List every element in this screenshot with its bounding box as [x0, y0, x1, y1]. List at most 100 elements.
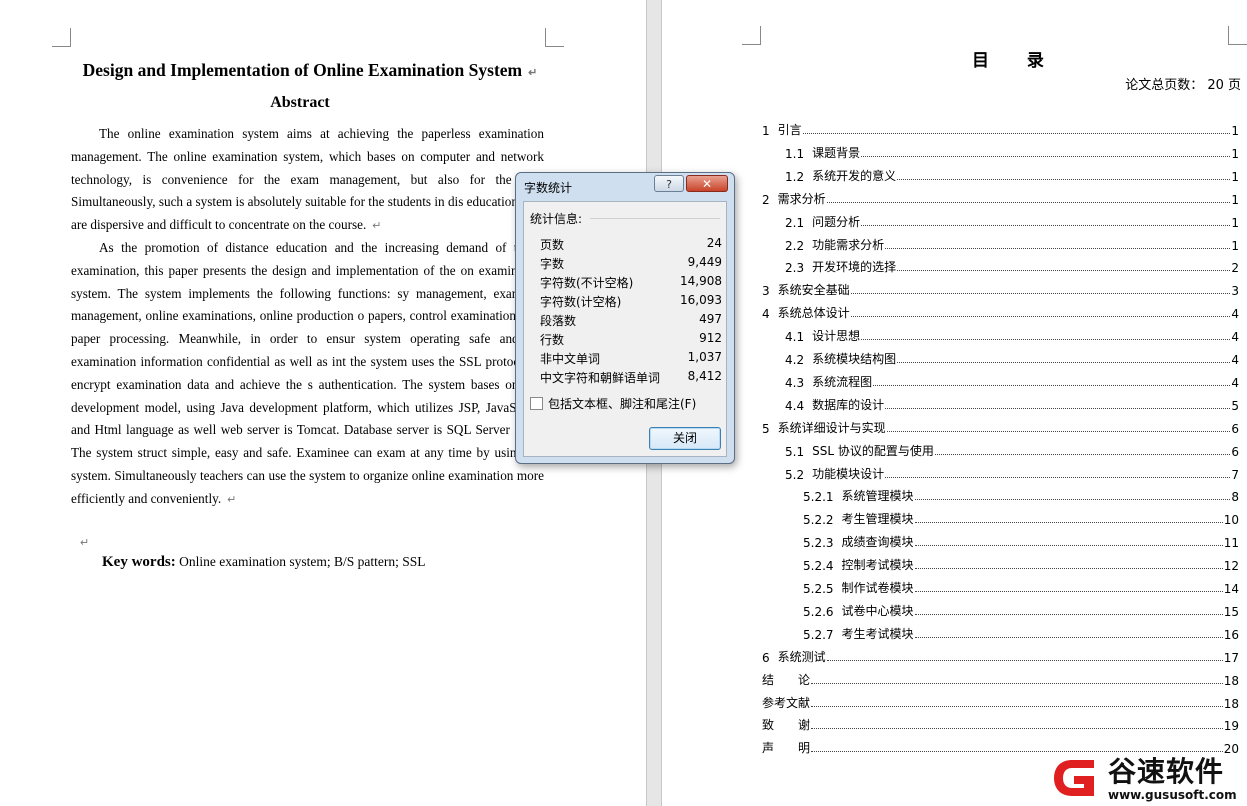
section-divider — [590, 218, 720, 219]
toc-entry-page: 6 — [1231, 422, 1239, 436]
toc-dot-leader — [850, 292, 1231, 294]
toc-entry-number: 2.1 — [785, 216, 805, 230]
toc-entry[interactable]: 4.4 数据库的设计 5 — [785, 393, 1239, 413]
statistic-label: 字数 — [540, 257, 565, 271]
toc-entry-page: 17 — [1223, 651, 1239, 665]
abstract-heading[interactable]: Abstract — [70, 94, 530, 112]
toc-entry-label: 引言 — [777, 123, 802, 137]
statistic-row: 段落数 497 — [540, 312, 722, 331]
toc-entry[interactable]: 2 需求分析 1 — [762, 187, 1239, 207]
abstract-paragraph-1[interactable]: The online examination system aims at ac… — [71, 123, 544, 238]
toc-entry[interactable]: 4.2 系统模块结构图 4 — [785, 347, 1239, 367]
toc-entry[interactable]: 2.2 功能需求分析 1 — [785, 233, 1239, 253]
toc-entry[interactable]: 参考文献 18 — [762, 691, 1239, 711]
include-textboxes-checkbox[interactable]: 包括文本框、脚注和尾注(F) — [530, 395, 696, 412]
statistics-section-label: 统计信息: — [530, 212, 583, 226]
toc-entry-label: 系统开发的意义 — [812, 169, 897, 183]
paragraph-mark: ↵ — [80, 537, 90, 549]
toc-entry-number: 5.2.2 — [803, 513, 834, 527]
statistic-value: 24 — [706, 236, 722, 250]
toc-entry-number: 2 — [762, 193, 770, 207]
toc-entry-number: 5.2.7 — [803, 628, 834, 642]
statistic-label: 页数 — [540, 238, 565, 252]
toc-entry[interactable]: 3 系统安全基础 3 — [762, 278, 1239, 298]
toc-entry[interactable]: 4 系统总体设计 4 — [762, 301, 1239, 321]
toc-entry-page: 15 — [1223, 605, 1239, 619]
document-page-right: 目 录 论文总页数： 20 页 1 引言 1 1.1 课题背景 1 1.2 系统开发的意义 1 2… — [662, 0, 1247, 806]
toc-entry[interactable]: 2.1 问题分析 1 — [785, 210, 1239, 230]
toc-entry-number: 5.2.5 — [803, 582, 834, 596]
statistic-label: 非中文单词 — [540, 352, 601, 366]
toc-dot-leader — [861, 155, 1231, 157]
toc-entry-page: 18 — [1223, 697, 1239, 711]
close-icon[interactable]: ✕ — [686, 175, 728, 192]
toc-entry-page: 18 — [1223, 674, 1239, 688]
toc-entry-label: 设计思想 — [812, 329, 861, 343]
toc-dot-leader — [885, 476, 1231, 478]
toc-dot-leader — [802, 132, 1231, 134]
toc-entry[interactable]: 1.2 系统开发的意义 1 — [785, 164, 1239, 184]
statistic-label: 中文字符和朝鲜语单词 — [540, 371, 661, 385]
toc-entry-page: 3 — [1231, 284, 1239, 298]
checkbox-box[interactable] — [530, 397, 543, 410]
toc-entry-label: 系统模块结构图 — [812, 352, 897, 366]
toc-entry-page: 14 — [1223, 582, 1239, 596]
toc-entry[interactable]: 5.2.2 考生管理模块 10 — [803, 507, 1239, 527]
statistic-value: 8,412 — [687, 369, 722, 383]
toc-dot-leader — [811, 682, 1223, 684]
toc-dot-leader — [914, 613, 1223, 615]
toc-entry[interactable]: 5.2.1 系统管理模块 8 — [803, 484, 1239, 504]
toc-entry-label: 系统流程图 — [812, 375, 873, 389]
help-button[interactable]: ? — [654, 175, 684, 192]
close-button[interactable]: 关闭 — [649, 427, 721, 450]
toc-entry[interactable]: 4.1 设计思想 4 — [785, 324, 1239, 344]
toc-dot-leader — [885, 407, 1231, 409]
toc-entry-number: 4.4 — [785, 399, 805, 413]
toc-entry-number: 4 — [762, 307, 770, 321]
toc-entry-page: 4 — [1231, 353, 1239, 367]
toc-entry-label: 考生考试模块 — [841, 627, 914, 641]
toc-entry[interactable]: 1.1 课题背景 1 — [785, 141, 1239, 161]
toc-entry[interactable]: 5.2.7 考生考试模块 16 — [803, 622, 1239, 642]
toc-entry[interactable]: 结 论 18 — [762, 668, 1239, 688]
toc-entry[interactable]: 5.2.3 成绩查询模块 11 — [803, 530, 1239, 550]
page-corner-mark — [52, 28, 71, 47]
word-count-dialog: 字数统计 ? ✕ 统计信息: 页数 24 字数 9,449 字符数(不计空格) 14,90… — [515, 172, 735, 464]
toc-dot-leader — [873, 384, 1231, 386]
site-watermark: 谷速软件 www.gususoft.com — [1050, 750, 1247, 806]
toc-entry[interactable]: 5.2.4 控制考试模块 12 — [803, 553, 1239, 573]
toc-entry-label: 系统总体设计 — [777, 306, 850, 320]
toc-entry[interactable]: 4.3 系统流程图 4 — [785, 370, 1239, 390]
toc-entry-page: 5 — [1231, 399, 1239, 413]
toc-entry-number: 4.2 — [785, 353, 805, 367]
statistic-label: 字符数(不计空格) — [540, 276, 634, 290]
toc-entry[interactable]: 2.3 开发环境的选择 2 — [785, 255, 1239, 275]
toc-entry[interactable]: 5.1 SSL 协议的配置与使用 6 — [785, 439, 1239, 459]
document-title[interactable]: Design and Implementation of Online Exam… — [70, 60, 550, 81]
toc-entry[interactable]: 6 系统测试 17 — [762, 645, 1239, 665]
total-pages-label[interactable]: 论文总页数： 20 页 — [1125, 74, 1241, 93]
toc-entry-label: 系统安全基础 — [777, 283, 850, 297]
toc-entry-label: 结 论 — [762, 673, 811, 687]
toc-entry-number: 5.2.3 — [803, 536, 834, 550]
toc-entry-page: 1 — [1231, 124, 1239, 138]
toc-entry-label: 数据库的设计 — [812, 398, 885, 412]
toc-dot-leader — [811, 705, 1223, 707]
page-corner-mark — [1228, 26, 1247, 45]
page-corner-mark — [545, 28, 564, 47]
toc-entry[interactable]: 1 引言 1 — [762, 118, 1239, 138]
toc-entry[interactable]: 5.2.6 试卷中心模块 15 — [803, 599, 1239, 619]
toc-entry-page: 10 — [1223, 513, 1239, 527]
toc-title[interactable]: 目 录 — [972, 46, 1060, 71]
statistic-value: 497 — [699, 312, 722, 326]
statistic-row: 非中文单词 1,037 — [540, 350, 722, 369]
abstract-paragraph-2[interactable]: As the promotion of distance education a… — [71, 237, 544, 512]
toc-entry[interactable]: 5 系统详细设计与实现 6 — [762, 416, 1239, 436]
toc-entry-label: 考生管理模块 — [841, 512, 914, 526]
toc-entry[interactable]: 致 谢 19 — [762, 713, 1239, 733]
statistic-row: 行数 912 — [540, 331, 722, 350]
keywords-line[interactable]: Key words: Online examination system; B/… — [102, 554, 425, 571]
toc-entry-label: 控制考试模块 — [841, 558, 914, 572]
toc-entry[interactable]: 5.2 功能模块设计 7 — [785, 462, 1239, 482]
toc-entry[interactable]: 5.2.5 制作试卷模块 14 — [803, 576, 1239, 596]
